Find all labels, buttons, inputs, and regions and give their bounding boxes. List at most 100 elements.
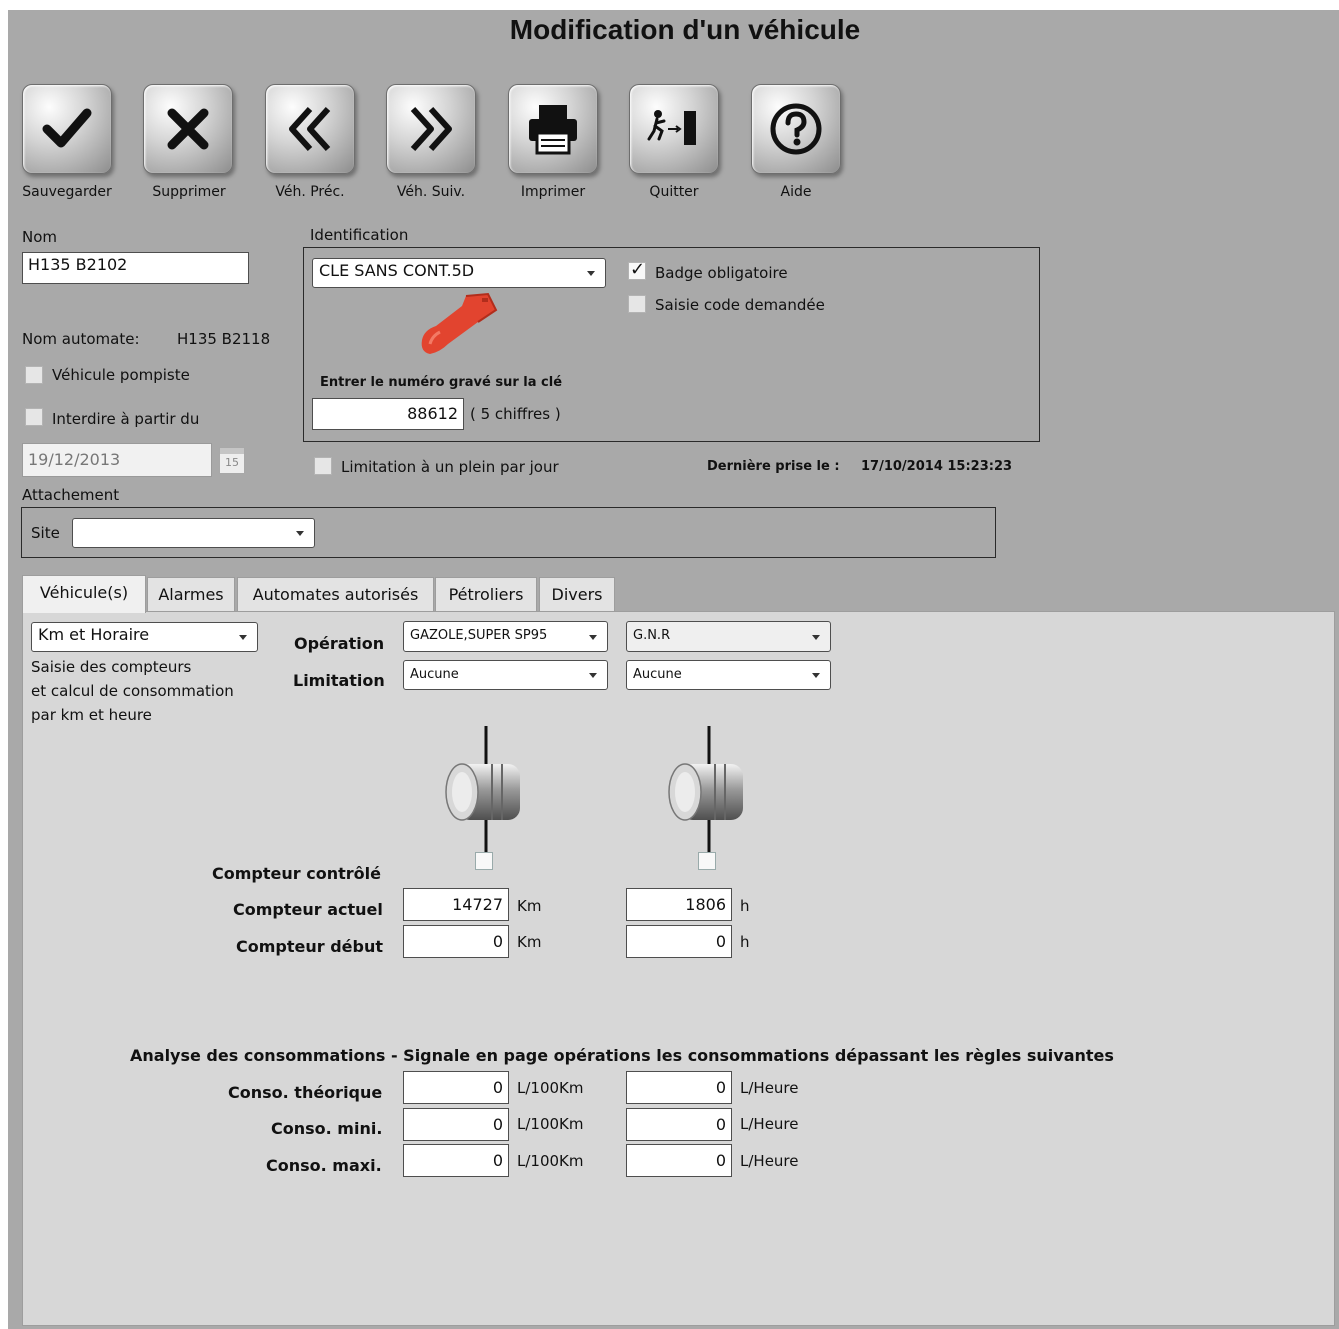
conso-theorique-km-unit: L/100Km xyxy=(517,1079,584,1097)
double-chevron-right-icon xyxy=(410,106,452,152)
key-number-input[interactable]: 88612 xyxy=(312,398,464,430)
vehicule-pompiste-checkbox[interactable] xyxy=(25,366,43,384)
compteur-controle-checkbox-2[interactable] xyxy=(698,852,716,870)
operation-select-2-value: G.N.R xyxy=(633,628,671,643)
mode-description-line1: Saisie des compteurs xyxy=(31,658,192,676)
chevron-down-icon xyxy=(812,634,820,640)
conso-mini-km-input[interactable]: 0 xyxy=(403,1108,509,1141)
close-icon xyxy=(167,108,209,150)
page-title: Modification d'un véhicule xyxy=(509,14,861,45)
interdire-date-input[interactable]: 19/12/2013 xyxy=(22,443,212,477)
conso-theorique-h-unit: L/Heure xyxy=(740,1079,799,1097)
conso-mini-h-input[interactable]: 0 xyxy=(626,1108,732,1141)
tab-alarmes[interactable]: Alarmes xyxy=(147,577,235,611)
delete-button[interactable] xyxy=(143,84,233,174)
next-vehicle-button[interactable] xyxy=(386,84,476,174)
site-select[interactable] xyxy=(72,518,315,548)
print-label: Imprimer xyxy=(520,184,586,200)
calendar-header xyxy=(220,448,244,454)
delete-label: Supprimer xyxy=(152,184,226,200)
checkmark-icon: ✓ xyxy=(630,259,646,280)
conso-maxi-km-input[interactable]: 0 xyxy=(403,1144,509,1177)
tab-automates-autorises[interactable]: Automates autorisés xyxy=(237,577,434,611)
help-label: Aide xyxy=(780,184,812,200)
tab-divers[interactable]: Divers xyxy=(539,577,615,611)
fuel-tank-icon xyxy=(445,726,520,852)
conso-maxi-h-input[interactable]: 0 xyxy=(626,1144,732,1177)
derniere-prise-label: Dernière prise le : xyxy=(707,459,840,474)
nom-automate-label: Nom automate: xyxy=(22,330,140,348)
limitation-label: Limitation xyxy=(293,671,385,690)
fuel-tank-icon xyxy=(668,726,743,852)
limitation-plein-checkbox[interactable] xyxy=(314,457,332,475)
compteur-actuel-unit-2: h xyxy=(740,897,750,915)
mode-description-line2: et calcul de consommation xyxy=(31,682,234,700)
limitation-plein-label: Limitation à un plein par jour xyxy=(341,458,559,476)
limitation-select-2-value: Aucune xyxy=(633,667,682,682)
conso-theorique-km-input[interactable]: 0 xyxy=(403,1071,509,1104)
conso-mini-label: Conso. mini. xyxy=(271,1119,383,1138)
quit-label: Quitter xyxy=(649,184,699,200)
compteur-actuel-input-1[interactable]: 14727 xyxy=(403,888,509,921)
compteur-actuel-label: Compteur actuel xyxy=(233,900,383,919)
identification-type-value: CLE SANS CONT.5D xyxy=(319,261,475,280)
compteur-controle-label: Compteur contrôlé xyxy=(212,864,381,883)
identification-type-select[interactable]: CLE SANS CONT.5D xyxy=(312,258,606,288)
compteur-actuel-input-2[interactable]: 1806 xyxy=(626,888,732,921)
operation-select-1-value: GAZOLE,SUPER SP95 xyxy=(410,628,548,643)
mode-select[interactable]: Km et Horaire xyxy=(31,622,258,652)
save-label: Sauvegarder xyxy=(22,184,112,200)
previous-vehicle-button[interactable] xyxy=(265,84,355,174)
interdire-checkbox[interactable] xyxy=(25,408,43,426)
compteur-debut-unit-1: Km xyxy=(517,933,542,951)
nom-label: Nom xyxy=(22,228,58,246)
checkmark-icon xyxy=(42,108,92,148)
calendar-icon[interactable]: 15 xyxy=(219,447,245,474)
badge-obligatoire-label: Badge obligatoire xyxy=(655,264,788,282)
double-chevron-left-icon xyxy=(289,106,331,152)
saisie-code-checkbox[interactable] xyxy=(628,295,646,313)
compteur-debut-unit-2: h xyxy=(740,933,750,951)
nom-input[interactable]: H135 B2102 xyxy=(22,252,249,284)
analyse-title: Analyse des consommations - Signale en p… xyxy=(130,1046,1114,1065)
attachement-label: Attachement xyxy=(22,486,120,504)
chevron-down-icon xyxy=(587,271,595,276)
next-vehicle-label: Véh. Suiv. xyxy=(396,184,466,200)
conso-theorique-label: Conso. théorique xyxy=(228,1083,383,1102)
tab-vehicules[interactable]: Véhicule(s) xyxy=(22,575,146,613)
chevron-down-icon xyxy=(589,634,597,640)
conso-mini-h-unit: L/Heure xyxy=(740,1115,799,1133)
limitation-select-1[interactable]: Aucune xyxy=(403,660,608,690)
print-button[interactable] xyxy=(508,84,598,174)
chevron-down-icon xyxy=(812,673,820,678)
mode-description-line3: par km et heure xyxy=(31,706,152,724)
exit-icon xyxy=(647,110,696,145)
tab-panel-vehicules xyxy=(22,611,1335,1326)
conso-maxi-km-unit: L/100Km xyxy=(517,1152,584,1170)
conso-maxi-h-unit: L/Heure xyxy=(740,1152,799,1170)
interdire-label: Interdire à partir du xyxy=(52,410,200,428)
conso-theorique-h-input[interactable]: 0 xyxy=(626,1071,732,1104)
key-prompt: Entrer le numéro gravé sur la clé xyxy=(320,375,563,390)
key-icon xyxy=(421,292,498,354)
operation-select-2[interactable]: G.N.R xyxy=(626,621,831,652)
key-hint: ( 5 chiffres ) xyxy=(470,405,561,423)
save-button[interactable] xyxy=(22,84,112,174)
tab-petroliers[interactable]: Pétroliers xyxy=(435,577,537,611)
compteur-debut-input-2[interactable]: 0 xyxy=(626,925,732,958)
limitation-select-2[interactable]: Aucune xyxy=(626,660,831,690)
operation-select-1[interactable]: GAZOLE,SUPER SP95 xyxy=(403,621,608,652)
derniere-prise-value: 17/10/2014 15:23:23 xyxy=(861,459,1013,474)
printer-icon xyxy=(529,105,577,155)
compteur-actuel-unit-1: Km xyxy=(517,897,542,915)
quit-button[interactable] xyxy=(629,84,719,174)
vehicule-pompiste-label: Véhicule pompiste xyxy=(52,366,190,384)
operation-label: Opération xyxy=(294,634,385,653)
chevron-down-icon xyxy=(589,673,597,678)
compteur-controle-checkbox-1[interactable] xyxy=(475,852,493,870)
help-icon xyxy=(770,103,822,155)
saisie-code-label: Saisie code demandée xyxy=(655,296,825,314)
compteur-debut-input-1[interactable]: 0 xyxy=(403,925,509,958)
help-button[interactable] xyxy=(751,84,841,174)
badge-obligatoire-checkbox[interactable]: ✓ xyxy=(628,259,646,280)
